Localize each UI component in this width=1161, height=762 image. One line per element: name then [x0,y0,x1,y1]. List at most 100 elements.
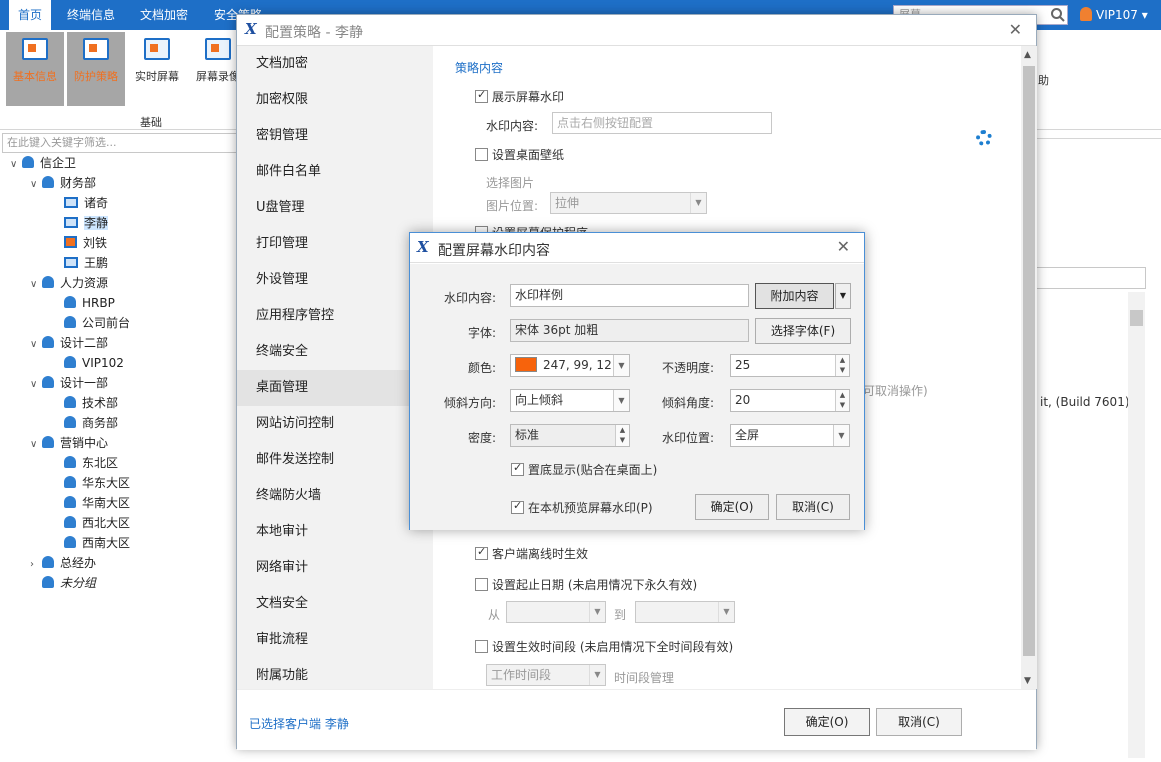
watermark-content-label: 水印内容: [486,119,539,133]
chevron-down-icon[interactable]: ∨ [30,435,42,454]
tree-node[interactable]: ∨ 设计一部 [30,374,108,393]
scroll-up-icon[interactable]: ▲ [1024,50,1031,60]
chevron-down-icon[interactable]: ∨ [30,175,42,194]
tree-node[interactable]: 华南大区 [64,494,130,513]
chevron-down-icon[interactable]: ∨ [30,335,42,354]
nav-item[interactable]: 密钥管理 [237,118,433,154]
app-logo-icon: X [245,20,257,38]
show-watermark-checkbox[interactable]: 展示屏幕水印 [475,88,564,105]
scroll-thumb[interactable] [1023,66,1035,656]
tree-node[interactable]: HRBP [64,294,115,313]
position-select[interactable]: 全屏 ▼ [730,424,850,447]
group-icon [64,396,76,408]
tree-node[interactable]: 诸奇 [64,194,108,213]
chevron-down-icon[interactable]: ∨ [30,275,42,294]
nav-item[interactable]: 文档安全 [237,586,433,622]
nav-item[interactable]: 邮件发送控制 [237,442,433,478]
tab-doc-encrypt[interactable]: 文档加密 [131,0,197,30]
close-icon[interactable]: ✕ [837,237,850,256]
tree-node[interactable]: 刘铁 [64,234,107,253]
tree-node[interactable]: 西北大区 [64,514,130,533]
bottom-display-checkbox[interactable]: 置底显示(贴合在桌面上) [511,461,657,478]
tree-node[interactable]: 西南大区 [64,534,130,553]
scroll-down-icon[interactable]: ▼ [1024,676,1031,686]
cancel-button[interactable]: 取消(C) [876,708,962,736]
tree-node[interactable]: ∨ 信企卫 [10,154,76,173]
tree-node[interactable]: 技术部 [64,394,118,413]
offline-effect-checkbox[interactable]: 客户端离线时生效 [475,545,588,562]
tree-node[interactable]: 公司前台 [64,314,130,333]
ribbon-right-label[interactable]: 助 [1038,72,1049,88]
spin-arrows-icon[interactable]: ▲ ▼ [835,390,849,411]
nav-item[interactable]: 审批流程 [237,622,433,658]
tree-node[interactable]: 未分组 [42,574,96,593]
ok-button[interactable]: 确定(O) [784,708,870,736]
nav-item[interactable]: 终端安全 [237,334,433,370]
tilt-direction-select[interactable]: 向上倾斜 ▼ [510,389,630,412]
subdialog-ok-button[interactable]: 确定(O) [695,494,769,520]
tilt-angle-stepper[interactable]: 20 ▲ ▼ [730,389,850,412]
nav-item[interactable]: 邮件白名单 [237,154,433,190]
tree-node[interactable]: ∨ 营销中心 [30,434,108,453]
group-icon [42,376,54,388]
tree-node-selected[interactable]: 李静 [64,214,109,233]
content-scrollbar[interactable]: ▲ ▼ [1021,46,1037,689]
set-date-checkbox[interactable]: 设置起止日期 (未启用情况下永久有效) [475,576,697,593]
tree-node[interactable]: 商务部 [64,414,118,433]
nav-item-active[interactable]: 桌面管理 [237,370,433,406]
tree-filter-input[interactable]: 在此键入关键字筛选... [2,133,238,153]
image-position-select[interactable]: 拉伸 ▼ [550,192,707,214]
time-period-select[interactable]: 工作时间段 ▼ [486,664,606,686]
spin-arrows-icon[interactable]: ▲ ▼ [615,425,629,446]
realtime-screen-button[interactable]: 实时屏幕 [128,32,186,106]
background-scrollbar[interactable] [1128,292,1145,758]
chevron-down-icon[interactable]: ∨ [30,375,42,394]
set-wallpaper-checkbox[interactable]: 设置桌面壁纸 [475,146,564,163]
choose-font-button[interactable]: 选择字体(F) [755,318,851,344]
close-icon[interactable]: ✕ [1009,20,1022,39]
chevron-right-icon[interactable]: › [30,555,42,574]
nav-item[interactable]: 网站访问控制 [237,406,433,442]
tree-node[interactable]: 华东大区 [64,474,130,493]
opacity-stepper[interactable]: 25 ▲ ▼ [730,354,850,377]
tree-node[interactable]: ∨ 人力资源 [30,274,108,293]
append-dropdown-button[interactable]: ▼ [835,283,851,309]
nav-item[interactable]: 本地审计 [237,514,433,550]
nav-item[interactable]: 文档加密 [237,46,433,82]
nav-item[interactable]: 应用程序管控 [237,298,433,334]
tree-node[interactable]: › 总经办 [30,554,96,573]
set-time-checkbox[interactable]: 设置生效时间段 (未启用情况下全时间段有效) [475,638,733,655]
nav-item[interactable]: 终端防火墙 [237,478,433,514]
end-date-select[interactable]: ▼ [635,601,735,623]
tree-node[interactable]: ∨ 设计二部 [30,334,108,353]
nav-item[interactable]: 加密权限 [237,82,433,118]
basic-info-button[interactable]: 基本信息 [6,32,64,106]
start-date-select[interactable]: ▼ [506,601,606,623]
tree-node[interactable]: 王鹏 [64,254,108,273]
watermark-text-input[interactable]: 水印样例 [510,284,749,307]
tab-home[interactable]: 首页 [9,0,52,30]
nav-item[interactable]: 外设管理 [237,262,433,298]
protection-policy-button[interactable]: 防护策略 [67,32,125,106]
nav-item[interactable]: 网络审计 [237,550,433,586]
nav-item[interactable]: U盘管理 [237,190,433,226]
tree-node[interactable]: VIP102 [64,354,124,373]
search-icon[interactable] [1050,7,1066,23]
tree-node[interactable]: 东北区 [64,454,118,473]
chevron-down-icon[interactable]: ∨ [10,155,22,174]
preview-checkbox[interactable]: 在本机预览屏幕水印(P) [511,499,653,516]
scroll-thumb[interactable] [1130,310,1143,326]
watermark-content-input[interactable]: 点击右侧按钮配置 [552,112,772,134]
time-manage-link[interactable]: 时间段管理 [614,669,674,686]
tab-terminal-info[interactable]: 终端信息 [58,0,124,30]
spin-arrows-icon[interactable]: ▲ ▼ [835,355,849,376]
gear-icon[interactable] [976,130,992,146]
background-search-input[interactable] [1036,267,1146,289]
append-content-button[interactable]: 附加内容 [755,283,834,309]
subdialog-cancel-button[interactable]: 取消(C) [776,494,850,520]
nav-item[interactable]: 打印管理 [237,226,433,262]
color-picker[interactable]: 247, 99, 12 ▼ [510,354,630,377]
user-menu[interactable]: VIP107 ▾ [1080,0,1148,30]
tree-node[interactable]: ∨ 财务部 [30,174,96,193]
density-stepper[interactable]: 标准 ▲ ▼ [510,424,630,447]
